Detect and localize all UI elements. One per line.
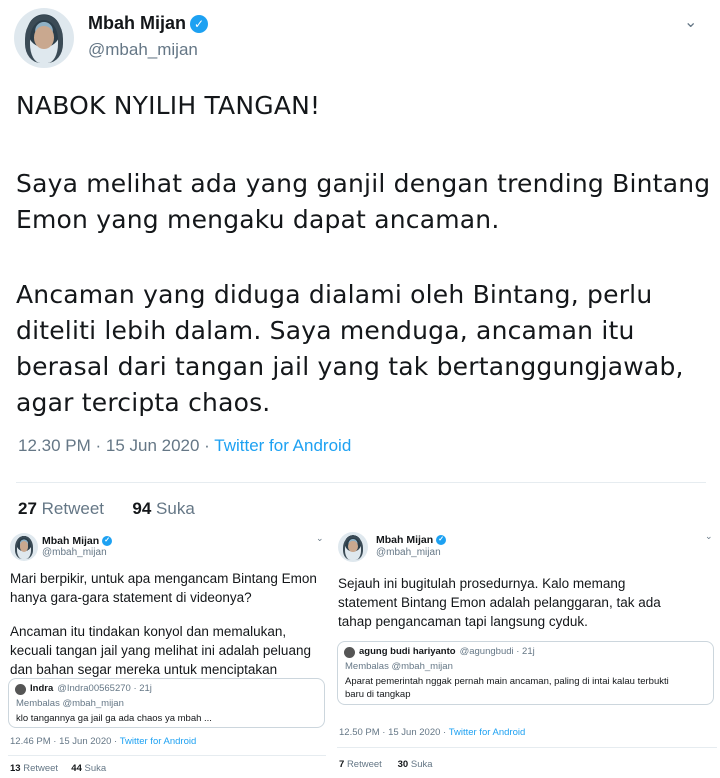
like-count[interactable]: 30	[398, 759, 409, 770]
quoted-name: agung budi hariyanto	[359, 646, 456, 657]
tweet-text-paragraph-1: Mari berpikir, untuk apa mengancam Binta…	[10, 571, 317, 605]
quoted-handle: @Indra00565270 · 21j	[57, 683, 152, 694]
timestamp-text[interactable]: 12.50 PM · 15 Jun 2020 ·	[339, 727, 449, 738]
source-link[interactable]: Twitter for Android	[449, 727, 526, 738]
divider	[337, 747, 717, 748]
tweet-text-paragraph-3: Ancaman yang diduga dialami oleh Bintang…	[16, 280, 684, 417]
avatar[interactable]	[338, 532, 368, 562]
retweet-label[interactable]: Retweet	[23, 763, 58, 774]
like-count[interactable]: 94	[132, 499, 151, 518]
avatar[interactable]	[10, 533, 38, 561]
tweet-text: Sejauh ini bugitulah prosedurnya. Kalo m…	[338, 576, 661, 629]
retweet-count[interactable]: 27	[18, 499, 37, 518]
timestamp-text[interactable]: 12.46 PM · 15 Jun 2020 ·	[10, 736, 120, 747]
user-handle[interactable]: @mbah_mijan	[376, 547, 441, 558]
source-link[interactable]: Twitter for Android	[214, 436, 351, 455]
tweet-stats: 7 Retweet 30 Suka	[339, 759, 433, 770]
tweet-timestamp: 12.46 PM · 15 Jun 2020 · Twitter for And…	[10, 736, 196, 747]
reply-tweet-right: Mbah Mijan ✓ @mbah_mijan ⌄ Sejauh ini bug…	[333, 525, 720, 778]
divider	[16, 482, 706, 483]
avatar-face	[348, 541, 358, 553]
tweet-text-paragraph-2: Saya melihat ada yang ganjil dengan tren…	[16, 169, 711, 234]
timestamp-text[interactable]: 12.30 PM · 15 Jun 2020 ·	[18, 436, 214, 455]
retweet-count[interactable]: 7	[339, 759, 344, 770]
avatar[interactable]	[14, 8, 74, 68]
display-name[interactable]: Mbah Mijan ✓	[42, 535, 113, 547]
quoted-text: Aparat pemerintah nggak pernah main anca…	[345, 676, 669, 700]
reply-tweet-left: Mbah Mijan ✓ @mbah_mijan ⌄ Mari berpikir,…	[0, 525, 330, 778]
main-tweet: Mbah Mijan ✓ @mbah_mijan ⌄ NABOK NYILIH T…	[0, 0, 720, 525]
like-count[interactable]: 44	[71, 763, 82, 774]
like-label[interactable]: Suka	[85, 763, 107, 774]
tweet-timestamp: 12.30 PM · 15 Jun 2020 · Twitter for And…	[18, 436, 351, 456]
verified-icon: ✓	[436, 535, 447, 546]
avatar-face	[34, 26, 54, 49]
quoted-name: Indra	[30, 683, 54, 694]
quoted-author: Indra @Indra00565270 · 21j	[30, 683, 152, 694]
display-name[interactable]: Mbah Mijan ✓	[88, 13, 208, 34]
tweet-text-line-1: NABOK NYILIH TANGAN!	[16, 91, 321, 120]
tweet-timestamp: 12.50 PM · 15 Jun 2020 · Twitter for And…	[339, 727, 525, 738]
display-name-text[interactable]: Mbah Mijan	[376, 534, 433, 546]
verified-icon: ✓	[102, 536, 113, 547]
divider	[8, 755, 326, 756]
tweet-stats: 13 Retweet 44 Suka	[10, 763, 106, 774]
quoted-author: agung budi hariyanto @agungbudi · 21j	[359, 646, 535, 657]
retweet-label[interactable]: Retweet	[347, 759, 382, 770]
like-label[interactable]: Suka	[411, 759, 433, 770]
quoted-avatar	[15, 684, 26, 695]
quoted-handle: @agungbudi · 21j	[459, 646, 535, 657]
display-name-text[interactable]: Mbah Mijan	[88, 13, 186, 33]
user-handle[interactable]: @mbah_mijan	[88, 40, 198, 60]
like-label[interactable]: Suka	[156, 499, 195, 518]
quoted-reply-to: Membalas @mbah_mijan	[345, 661, 453, 672]
source-link[interactable]: Twitter for Android	[120, 736, 197, 747]
display-name[interactable]: Mbah Mijan ✓	[376, 534, 447, 546]
user-handle[interactable]: @mbah_mijan	[42, 547, 107, 558]
chevron-down-icon[interactable]: ⌄	[316, 533, 324, 544]
quoted-reply-to: Membalas @mbah_mijan	[16, 698, 124, 709]
retweet-count[interactable]: 13	[10, 763, 21, 774]
quoted-text: klo tangannya ga jail ga ada chaos ya mb…	[16, 713, 212, 724]
quoted-tweet[interactable]: agung budi hariyanto @agungbudi · 21j Mem…	[337, 641, 714, 705]
tweet-stats: 27 Retweet 94 Suka	[18, 499, 195, 519]
verified-icon: ✓	[190, 15, 208, 34]
display-name-text[interactable]: Mbah Mijan	[42, 535, 99, 547]
chevron-down-icon[interactable]: ⌄	[705, 531, 713, 542]
retweet-label[interactable]: Retweet	[42, 499, 104, 518]
quoted-avatar	[344, 647, 355, 658]
chevron-down-icon[interactable]: ⌄	[684, 12, 697, 32]
quoted-tweet[interactable]: Indra @Indra00565270 · 21j Membalas @mbah…	[8, 678, 325, 728]
